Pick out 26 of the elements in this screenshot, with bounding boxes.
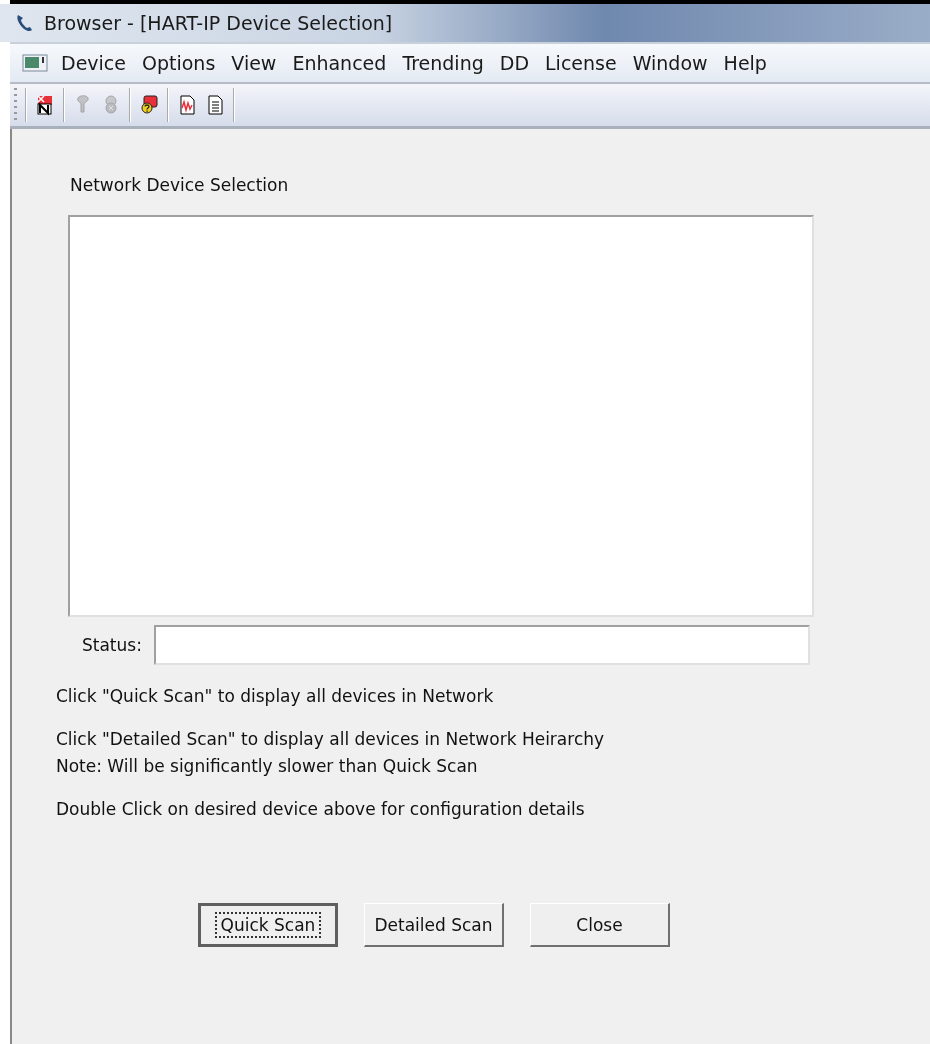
menu-item[interactable]: Trending	[399, 52, 497, 74]
menu-item[interactable]: Enhanced	[289, 52, 400, 74]
menu-item[interactable]: DD	[496, 52, 543, 74]
node-icon[interactable]	[35, 94, 55, 116]
dialog-button[interactable]: Quick Scan	[198, 903, 338, 947]
dialog-button[interactable]: Detailed Scan	[364, 903, 504, 947]
menu-item[interactable]: License	[542, 52, 630, 74]
instruction-text: Click "Detailed Scan" to display all devices in Network Heirarchy	[56, 728, 605, 751]
toolbar-grip[interactable]	[14, 88, 17, 122]
window-title: Browser - [HART-IP Device Selection]	[44, 12, 393, 34]
document-icon[interactable]	[205, 94, 225, 116]
instruction-text: Double Click on desired device above for configuration details	[56, 798, 585, 821]
field-label: Status:	[82, 635, 142, 655]
menu-item[interactable]: Options	[139, 52, 229, 74]
menu-item[interactable]: View	[228, 52, 290, 74]
window-icon[interactable]	[22, 54, 48, 72]
menu-item[interactable]: Window	[629, 52, 721, 74]
menu-item[interactable]: Help	[720, 52, 780, 74]
instruction-text: Note: Will be significantly slower than Quick Scan	[56, 755, 478, 778]
section-heading: Network Device Selection	[70, 175, 290, 195]
dialog-button[interactable]: Close	[530, 903, 670, 947]
status-field[interactable]	[153, 625, 810, 665]
question-icon[interactable]	[139, 94, 159, 116]
menu-item[interactable]: Device	[58, 52, 139, 74]
chart-icon[interactable]	[177, 94, 197, 116]
instruction-text: Click "Quick Scan" to display all devices in Network	[56, 685, 494, 708]
